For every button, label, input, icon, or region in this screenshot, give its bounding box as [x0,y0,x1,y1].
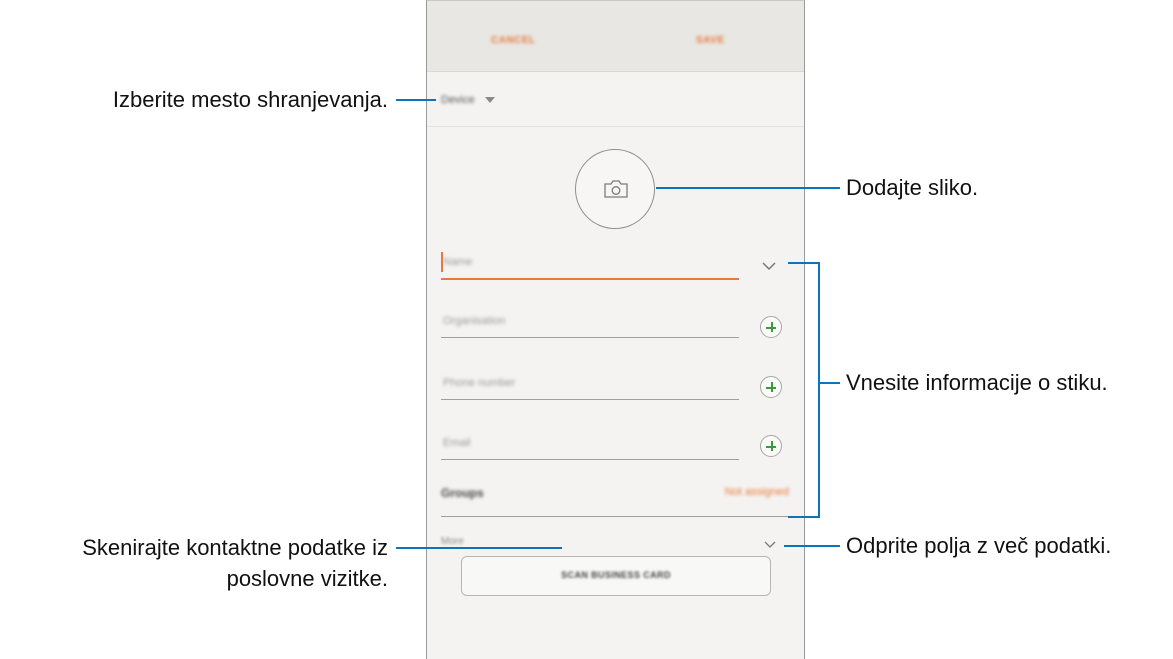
annotation-info: Vnesite informacije o stiku. [846,370,1108,395]
annotation-photo: Dodajte sliko. [846,175,979,200]
bracket-vertical [818,262,820,518]
phone-screen: CANCEL SAVE Device Name Organisation Pho… [426,0,805,659]
organisation-underline [441,337,739,338]
chevron-down-icon[interactable] [763,540,777,549]
organisation-placeholder: Organisation [443,315,506,327]
phone-number-underline [441,399,739,400]
groups-row[interactable]: Groups Not assigned [441,486,789,506]
email-underline [441,459,739,460]
more-fields-label[interactable]: More [441,536,464,547]
email-field[interactable]: Email [441,437,739,460]
scan-business-card-label: SCAN BUSINESS CARD [561,570,671,580]
camera-icon [604,180,628,198]
divider [441,516,793,517]
annotation-scan-line2: poslovne vizitke. [226,566,388,591]
name-placeholder: Name [443,256,473,268]
bracket-bottom [788,516,820,518]
storage-location-value: Device [441,93,475,106]
groups-value: Not assigned [724,486,789,498]
divider [427,126,804,127]
chevron-down-icon[interactable] [761,261,777,271]
name-field[interactable]: Name [441,252,739,280]
callout-line-storage [396,99,436,101]
email-placeholder: Email [443,437,471,449]
annotation-scan-line1: Skenirajte kontaktne podatke iz [82,535,388,560]
bracket-top [788,262,820,264]
storage-location-selector[interactable]: Device [441,91,496,111]
save-button[interactable]: SAVE [696,35,725,46]
caret-down-icon [485,96,496,103]
scan-business-card-button[interactable]: SCAN BUSINESS CARD [461,556,771,596]
callout-line-photo [656,187,840,189]
phone-number-field[interactable]: Phone number [441,377,739,400]
name-underline [441,278,739,280]
annotation-more: Odprite polja z več podatki. [846,533,1112,558]
plus-icon[interactable] [760,435,782,457]
cancel-button[interactable]: CANCEL [491,35,536,46]
add-photo-button[interactable] [575,149,655,229]
top-action-bar: CANCEL SAVE [427,1,804,72]
annotation-storage: Izberite mesto shranjevanja. [112,87,388,112]
plus-icon[interactable] [760,376,782,398]
phone-number-placeholder: Phone number [443,377,516,389]
callout-line-scan [396,547,562,549]
callout-line-info [820,382,840,384]
groups-label: Groups [441,486,484,500]
callout-line-more [784,545,840,547]
plus-icon[interactable] [760,316,782,338]
organisation-field[interactable]: Organisation [441,315,739,338]
